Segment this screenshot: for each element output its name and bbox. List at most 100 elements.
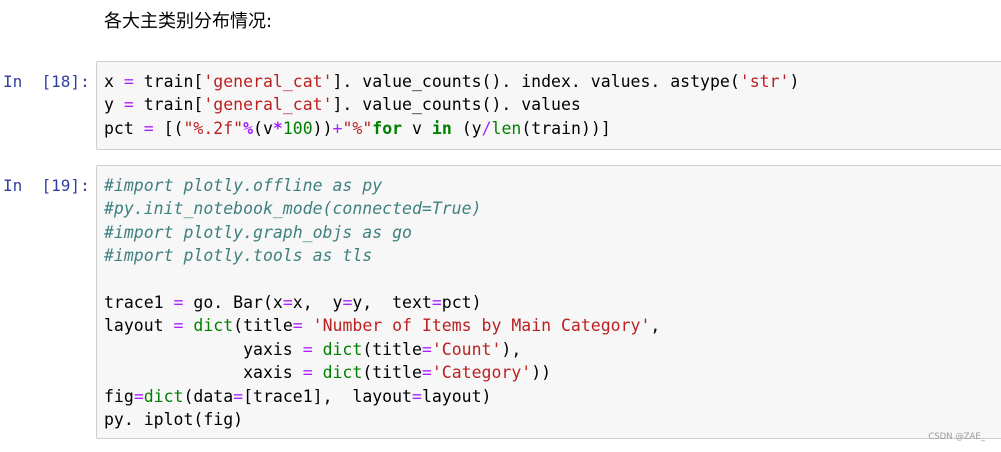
code-token: )) (312, 118, 333, 138)
code-token: 'str' (739, 72, 790, 91)
code-token: y, text (352, 292, 432, 312)
code-line: trace1 = go. Bar(x=x, y=y, text=pct) (104, 291, 660, 314)
notebook-page: 各大主类别分布情况: In [18]: x = train['general_c… (0, 0, 1001, 452)
code-token: for (372, 118, 403, 138)
code-token: go. Bar(x (183, 292, 283, 312)
code-token: v (402, 118, 432, 138)
code-line: #import plotly.tools as tls (104, 244, 660, 267)
code-line: yaxis = dict(title='Count'), (104, 338, 660, 361)
code-token: ) (789, 72, 800, 91)
code-token: = (282, 292, 293, 312)
code-token: layout) (421, 386, 492, 406)
code-token: dict (322, 363, 363, 383)
code-token: = (123, 72, 134, 91)
code-token: = (292, 316, 303, 336)
code-token: trace1 (104, 292, 174, 312)
code-token: = (421, 339, 432, 359)
watermark-text: CSDN @ZAE_ (928, 432, 985, 442)
code-token: = (173, 316, 184, 336)
code-token: ]. value_counts(). index. values. astype… (332, 72, 740, 91)
code-token: = (233, 386, 244, 406)
code-token: (title (362, 339, 422, 359)
code-line: layout = dict(title= 'Number of Items by… (104, 314, 660, 337)
code-line: xaxis = dict(title='Category')) (104, 361, 660, 384)
code-token: dict (193, 316, 234, 336)
code-token: 'Number of Items by Main Category' (312, 316, 651, 336)
code-token: / (481, 118, 492, 138)
cell-prompt: In [18]: (3, 72, 90, 91)
code-input-area[interactable]: x = train['general_cat']. value_counts()… (96, 61, 1001, 150)
code-token: layout (104, 316, 174, 336)
code-token: 'general_cat' (203, 95, 333, 115)
code-token: (y (451, 118, 482, 138)
code-token: = (173, 292, 184, 312)
code-token: ), (501, 339, 522, 359)
code-token: #import plotly.tools as tls (104, 246, 373, 266)
code-token: xaxis (104, 363, 303, 383)
code-token: * (272, 118, 283, 138)
code-token: = (143, 118, 154, 138)
code-token: (data (183, 386, 234, 406)
code-token: x (104, 72, 124, 91)
code-token: (title (233, 316, 293, 336)
code-line: y = train['general_cat']. value_counts()… (104, 93, 799, 116)
code-token: fig (104, 386, 134, 406)
code-line: fig=dict(data=[trace1], layout=layout) (104, 385, 660, 408)
code-line: #import plotly.offline as py (104, 174, 660, 197)
code-line: x = train['general_cat']. value_counts()… (104, 70, 799, 93)
code-token: )) (531, 363, 552, 383)
cell-prompt: In [19]: (3, 176, 90, 195)
code-line: #py.init_notebook_mode(connected=True) (104, 197, 660, 220)
markdown-heading: 各大主类别分布情况: (104, 11, 273, 32)
code-token: = (412, 386, 422, 406)
code-token: = (123, 95, 134, 115)
code-editor[interactable]: #import plotly.offline as py #py.init_not… (104, 174, 660, 431)
code-token: #import plotly.offline as py (104, 176, 383, 195)
code-token: = (133, 386, 144, 406)
code-token: len (491, 118, 522, 138)
code-token: , (650, 316, 661, 336)
code-token: train[ (133, 95, 204, 115)
code-token: + (332, 118, 343, 138)
code-token: (v (253, 118, 273, 138)
code-token: % (243, 118, 254, 138)
code-token: = (302, 363, 313, 383)
code-token: "%" (342, 118, 373, 138)
code-token: = (342, 292, 353, 312)
code-line: #import plotly.graph_objs as go (104, 221, 660, 244)
code-token: [trace1], layout (243, 386, 412, 406)
code-line: pct = [("%.2f"%(v*100))+"%"for v in (y/l… (104, 117, 799, 140)
code-token: = (431, 292, 442, 312)
code-token: 'Category' (431, 363, 532, 383)
code-token: [( (153, 118, 184, 138)
code-token: dict (143, 386, 184, 406)
code-editor[interactable]: x = train['general_cat']. value_counts()… (104, 70, 799, 140)
code-token: py. iplot(fig) (104, 409, 244, 429)
code-token: (train))] (521, 118, 611, 138)
code-token: "%.2f" (183, 118, 244, 138)
code-token: dict (322, 339, 363, 359)
code-token: pct (104, 118, 144, 138)
code-input-area[interactable]: #import plotly.offline as py #py.init_not… (96, 165, 1001, 439)
code-token: 'general_cat' (203, 72, 333, 91)
code-token: #import plotly.graph_objs as go (104, 222, 412, 242)
code-token: = (421, 363, 432, 383)
code-token: (title (362, 363, 422, 383)
code-token: 100 (282, 118, 313, 138)
code-token: #py.init_notebook_mode(connected=True) (104, 199, 482, 219)
code-token: yaxis (104, 339, 303, 359)
code-token: y (104, 95, 124, 115)
code-token: in (431, 118, 452, 138)
code-line: py. iplot(fig) (104, 408, 660, 431)
code-token: x, y (292, 292, 343, 312)
code-token: 'Count' (431, 339, 502, 359)
code-token: train[ (133, 72, 204, 91)
code-token: ]. value_counts(). values (332, 95, 581, 115)
code-token: = (302, 339, 313, 359)
code-token: pct) (441, 292, 482, 312)
